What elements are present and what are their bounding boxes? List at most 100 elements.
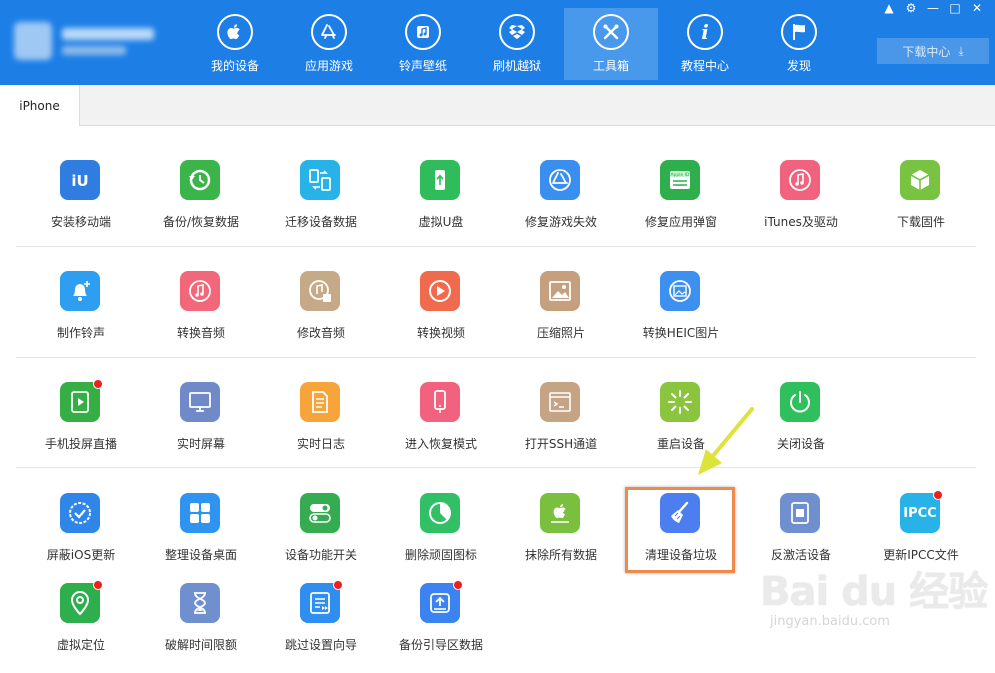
tool-item[interactable]: 抹除所有数据 — [501, 493, 621, 583]
tool-item[interactable]: 进入恢复模式 — [381, 382, 501, 472]
row-divider — [16, 357, 976, 358]
tool-item[interactable]: 设备功能开关 — [261, 493, 381, 583]
nav-my-device[interactable]: 我的设备 — [188, 8, 282, 80]
download-icon: ⤓ — [958, 43, 964, 58]
tool-label: 安装移动端 — [50, 215, 111, 229]
tool-item[interactable]: 虚拟U盘 — [381, 160, 501, 250]
block-update-icon — [60, 493, 100, 533]
monitor-icon — [180, 382, 220, 422]
tool-label: 修复游戏失效 — [524, 215, 597, 229]
tool-label: 删除顽固图标 — [404, 548, 477, 562]
close-icon[interactable]: ✕ — [969, 0, 985, 16]
tool-label: 设备功能开关 — [284, 548, 357, 562]
tool-label: 更新IPCC文件 — [883, 548, 959, 562]
grid-icon — [180, 493, 220, 533]
nav-tutorials[interactable]: i 教程中心 — [658, 8, 752, 80]
nav-flash-jailbreak[interactable]: 刷机越狱 — [470, 8, 564, 80]
ipcc-icon: IPCC — [900, 490, 943, 533]
notification-dot — [93, 379, 103, 389]
tab-iphone[interactable]: iPhone — [0, 85, 80, 126]
download-label: 下载中心 — [902, 44, 951, 59]
tool-item[interactable]: 虚拟定位 — [21, 580, 141, 673]
erase-apple-icon — [540, 493, 580, 533]
tool-label: 进入恢复模式 — [404, 437, 477, 451]
main-nav: 我的设备 应用游戏 铃声壁纸 刷机越狱 工具箱 i 教程中心 发现 — [188, 0, 846, 85]
log-icon — [300, 382, 340, 422]
hourglass-icon — [180, 583, 220, 623]
highlight-box — [625, 487, 735, 573]
usb-drive-icon — [420, 160, 460, 200]
tool-label: 修复应用弹窗 — [644, 215, 717, 229]
tool-item[interactable]: 实时日志 — [261, 382, 381, 472]
maximize-icon[interactable]: □ — [947, 0, 963, 16]
tool-label: 实时日志 — [296, 437, 345, 451]
tool-item[interactable]: iU 安装移动端 — [21, 160, 141, 250]
tool-item[interactable]: 转换视频 — [381, 271, 501, 361]
notification-dot — [93, 580, 103, 590]
tool-item[interactable]: 转换音频 — [141, 271, 261, 361]
gear-icon[interactable]: ⚙ — [903, 0, 919, 16]
tool-label: 打开SSH通道 — [524, 437, 598, 451]
tool-item[interactable]: 压缩照片 — [501, 271, 621, 361]
nav-ringtone-wallpaper[interactable]: 铃声壁纸 — [376, 8, 470, 80]
tool-item[interactable]: 修复游戏失效 — [501, 160, 621, 250]
nav-toolbox[interactable]: 工具箱 — [564, 8, 658, 80]
device-tab-bar: iPhone — [0, 85, 995, 126]
watermark-main: Bai du 经验 — [760, 569, 988, 615]
skin-icon[interactable]: ▲ — [881, 0, 897, 16]
tool-item[interactable]: 删除顽固图标 — [381, 493, 501, 583]
tool-item[interactable]: 备份/恢复数据 — [141, 160, 261, 250]
row-divider — [16, 467, 976, 468]
nav-discover[interactable]: 发现 — [752, 8, 846, 80]
svg-text:iU: iU — [71, 172, 88, 190]
tool-item[interactable]: 跳过设置向导 — [261, 580, 381, 673]
flag-icon — [781, 14, 817, 50]
music-note-icon — [180, 271, 220, 311]
tool-item[interactable]: 打开SSH通道 — [501, 382, 621, 472]
tool-label: 反激活设备 — [770, 548, 831, 562]
tool-label: iTunes及驱动 — [764, 215, 838, 229]
tool-label: 迁移设备数据 — [284, 215, 357, 229]
screen-cast-icon — [60, 379, 103, 422]
tool-item[interactable]: 修改音频 — [261, 271, 381, 361]
pointer-arrow-icon — [698, 407, 754, 475]
tool-label: 跳过设置向导 — [284, 638, 357, 652]
tool-label: 虚拟定位 — [56, 638, 105, 652]
download-center-button[interactable]: 下载中心 ⤓ — [877, 38, 989, 64]
tool-label: 虚拟U盘 — [418, 215, 464, 229]
recovery-phone-icon — [420, 382, 460, 422]
tool-label: 压缩照片 — [536, 326, 585, 340]
nav-label: 我的设备 — [210, 59, 259, 73]
tool-item[interactable]: 手机投屏直播 — [21, 379, 141, 472]
tool-item[interactable]: 屏蔽iOS更新 — [21, 493, 141, 583]
location-pin-icon — [60, 580, 103, 623]
tool-item[interactable]: 备份引导区数据 — [381, 580, 501, 673]
info-icon: i — [687, 14, 723, 50]
minimize-icon[interactable]: — — [925, 0, 941, 16]
top-bar: 我的设备 应用游戏 铃声壁纸 刷机越狱 工具箱 i 教程中心 发现 ▲ ⚙ — … — [0, 0, 995, 85]
tool-label: 下载固件 — [896, 215, 945, 229]
skip-setup-icon — [300, 580, 343, 623]
deactivate-icon — [780, 493, 820, 533]
dropbox-box-icon — [499, 14, 535, 50]
nav-apps-games[interactable]: 应用游戏 — [282, 8, 376, 80]
svg-text:Apple ID: Apple ID — [670, 172, 690, 178]
tool-label: 手机投屏直播 — [44, 437, 117, 451]
tool-item[interactable]: 制作铃声 — [21, 271, 141, 361]
window-controls: ▲ ⚙ — □ ✕ — [881, 0, 985, 16]
tool-item[interactable]: 整理设备桌面 — [141, 493, 261, 583]
app-logo — [14, 18, 164, 64]
tool-item[interactable]: 破解时间限额 — [141, 583, 261, 673]
ipcc-text: IPCC — [903, 505, 937, 521]
tool-item[interactable]: 迁移设备数据 — [261, 160, 381, 250]
tool-item[interactable]: iTunes及驱动 — [741, 160, 861, 250]
tool-item[interactable]: 转换HEIC图片 — [621, 271, 741, 361]
cube-icon — [900, 160, 940, 200]
tool-label: 抹除所有数据 — [524, 548, 597, 562]
tool-item[interactable]: 实时屏幕 — [141, 382, 261, 472]
pie-icon — [420, 493, 460, 533]
apple-id-icon: Apple ID — [660, 160, 700, 200]
tool-item[interactable]: Apple ID 修复应用弹窗 — [621, 160, 741, 250]
image-icon — [540, 271, 580, 311]
tool-item[interactable]: 下载固件 — [861, 160, 981, 250]
